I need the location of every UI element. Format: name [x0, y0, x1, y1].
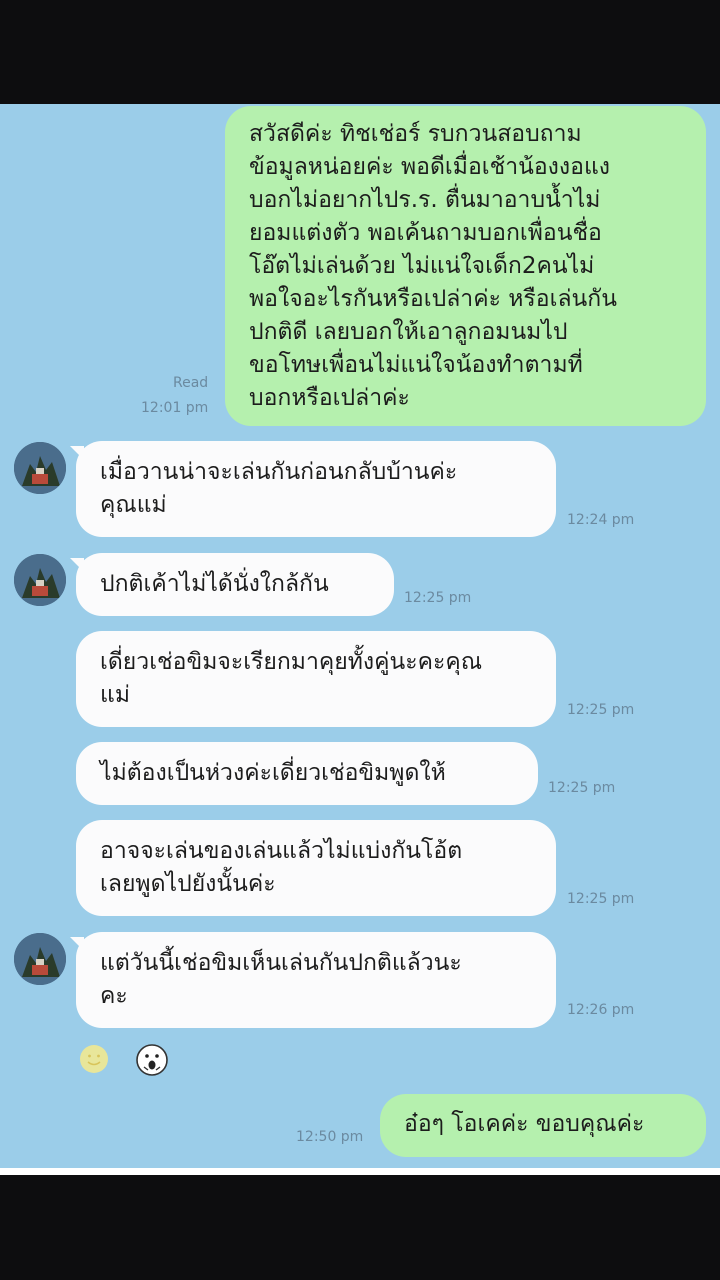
incoming-message-bubble[interactable]: เมื่อวานน่าจะเล่นกันก่อนกลับบ้านค่ะ คุณแ… [76, 441, 556, 537]
contact-avatar[interactable] [14, 554, 66, 606]
avatar-image-icon [14, 554, 66, 606]
message-time: 12:25 pm [404, 590, 472, 606]
message-time: 12:25 pm [567, 702, 635, 718]
avatar-image-icon [14, 442, 66, 494]
read-receipt: Read [173, 375, 209, 391]
outgoing-message-bubble[interactable]: อ๋อๆ โอเคค่ะ ขอบคุณค่ะ [380, 1094, 706, 1157]
message-time: 12:01 pm [141, 400, 209, 416]
message-time: 12:50 pm [296, 1129, 364, 1145]
bottom-black-bar [0, 1175, 720, 1280]
message-time: 12:25 pm [567, 891, 635, 907]
message-time: 12:26 pm [567, 1002, 635, 1018]
avatar-image-icon [14, 933, 66, 985]
contact-avatar[interactable] [14, 442, 66, 494]
divider [0, 1168, 720, 1175]
contact-avatar[interactable] [14, 933, 66, 985]
incoming-message-bubble[interactable]: อาจจะเล่นของเล่นแล้วไม่แบ่งกันโอ้ต เลยพู… [76, 820, 556, 916]
smile-emoji-icon[interactable] [79, 1044, 109, 1074]
top-black-bar [0, 0, 720, 104]
message-time: 12:25 pm [548, 780, 616, 796]
incoming-message-bubble[interactable]: เดี่ยวเช่อขิมจะเรียกมาคุยทั้งคู่นะคะคุณ … [76, 631, 556, 727]
shocked-face-sticker-icon[interactable] [135, 1043, 169, 1077]
incoming-message-bubble[interactable]: แต่วันนี้เช่อขิมเห็นเล่นกันปกติแล้วนะ คะ [76, 932, 556, 1028]
incoming-message-bubble[interactable]: ไม่ต้องเป็นห่วงค่ะเดี่ยวเช่อขิมพูดให้ [76, 742, 538, 805]
message-time: 12:24 pm [567, 512, 635, 528]
incoming-message-bubble[interactable]: ปกติเค้าไม่ได้นั่งใกล้กัน [76, 553, 394, 616]
outgoing-message-bubble[interactable]: สวัสดีค่ะ ทิชเช่อร์ รบกวนสอบถาม ข้อมูลหน… [225, 106, 706, 426]
chat-area[interactable]: Read 12:01 pm สวัสดีค่ะ ทิชเช่อร์ รบกวนส… [0, 104, 720, 1168]
